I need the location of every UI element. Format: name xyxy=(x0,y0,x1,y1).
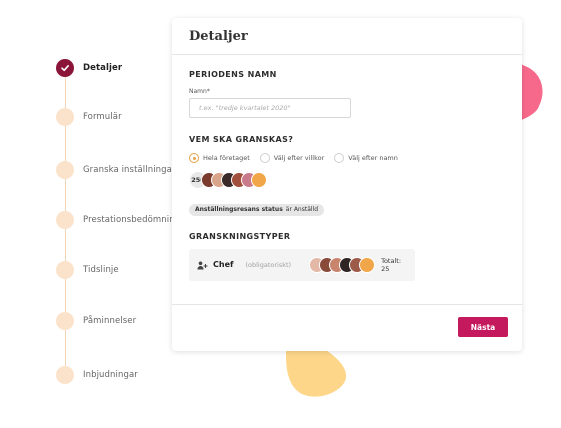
radio-hela-foretaget[interactable]: Hela företaget xyxy=(189,153,250,163)
step-inbjudningar[interactable]: Inbjudningar xyxy=(56,365,138,385)
review-type-name: Chef xyxy=(213,260,234,269)
review-type-note: (obligatoriskt) xyxy=(245,260,292,269)
card-header: Detaljer xyxy=(172,18,522,55)
review-type-total: Totalt: 25 xyxy=(381,256,402,273)
next-button[interactable]: Nästa xyxy=(458,317,508,337)
radio-label: Välj efter namn xyxy=(348,154,398,162)
review-type-row-chef[interactable]: Chef (obligatoriskt) Totalt: 25 xyxy=(189,248,415,281)
step-label: Formulär xyxy=(83,112,122,122)
radio-valj-efter-namn[interactable]: Välj efter namn xyxy=(334,153,398,163)
add-person-icon xyxy=(197,255,208,274)
card-footer: Nästa xyxy=(172,304,522,351)
filter-chip[interactable]: Anställningsresans status är Anställd xyxy=(189,203,325,216)
reviewer-options: Hela företaget Välj efter villkor Välj e… xyxy=(189,153,505,163)
step-label: Påminnelser xyxy=(83,316,137,326)
step-dot xyxy=(56,366,74,384)
reviewer-avatars xyxy=(309,256,376,273)
step-prestationsbedomning[interactable]: Prestationsbedömning xyxy=(56,210,180,230)
review-types-section-title: GRANSKNINGSTYPER xyxy=(189,231,291,241)
step-label: Prestationsbedömning xyxy=(83,215,181,225)
radio-label: Välj efter villkor xyxy=(273,154,325,162)
radio-unchecked-icon xyxy=(334,153,345,163)
card-title: Detaljer xyxy=(189,28,248,44)
radio-unchecked-icon xyxy=(259,153,270,163)
filter-value: är Anställd xyxy=(285,206,319,213)
radio-valj-efter-villkor[interactable]: Välj efter villkor xyxy=(259,153,325,163)
step-label: Detaljer xyxy=(83,63,123,73)
avatar xyxy=(359,256,376,273)
radio-label: Hela företaget xyxy=(203,154,250,162)
reviewee-avatars: 250 xyxy=(189,171,505,189)
check-icon xyxy=(56,59,74,77)
step-dot xyxy=(56,211,74,229)
wizard-stepper: Detaljer Formulär Granska inställningarn… xyxy=(56,58,186,388)
avatar xyxy=(251,172,267,188)
step-dot xyxy=(56,312,74,330)
period-name-input[interactable] xyxy=(189,98,351,118)
details-card: Detaljer PERIODENS NAMN Namn* VEM SKA GR… xyxy=(172,18,522,351)
reviewers-section-title: VEM SKA GRANSKAS? xyxy=(189,135,294,144)
name-field-label: Namn* xyxy=(189,88,210,95)
step-label: Tidslinje xyxy=(83,265,119,275)
card-body: PERIODENS NAMN Namn* VEM SKA GRANSKAS? H… xyxy=(172,70,522,281)
step-tidslinje[interactable]: Tidslinje xyxy=(56,260,119,280)
step-detaljer[interactable]: Detaljer xyxy=(56,58,122,78)
step-dot xyxy=(56,108,74,126)
period-section-title: PERIODENS NAMN xyxy=(189,70,277,79)
step-dot xyxy=(56,161,74,179)
step-label: Granska inställningarna xyxy=(83,165,187,175)
step-paminnelser[interactable]: Påminnelser xyxy=(56,311,136,331)
step-granska-installningarna[interactable]: Granska inställningarna xyxy=(56,160,186,180)
filter-row: Anställningsresans status är Anställd xyxy=(189,196,505,216)
radio-checked-icon xyxy=(189,153,199,163)
step-dot xyxy=(56,261,74,279)
step-label: Inbjudningar xyxy=(83,370,138,380)
step-formular[interactable]: Formulär xyxy=(56,107,122,127)
filter-key: Anställningsresans status xyxy=(195,206,283,213)
